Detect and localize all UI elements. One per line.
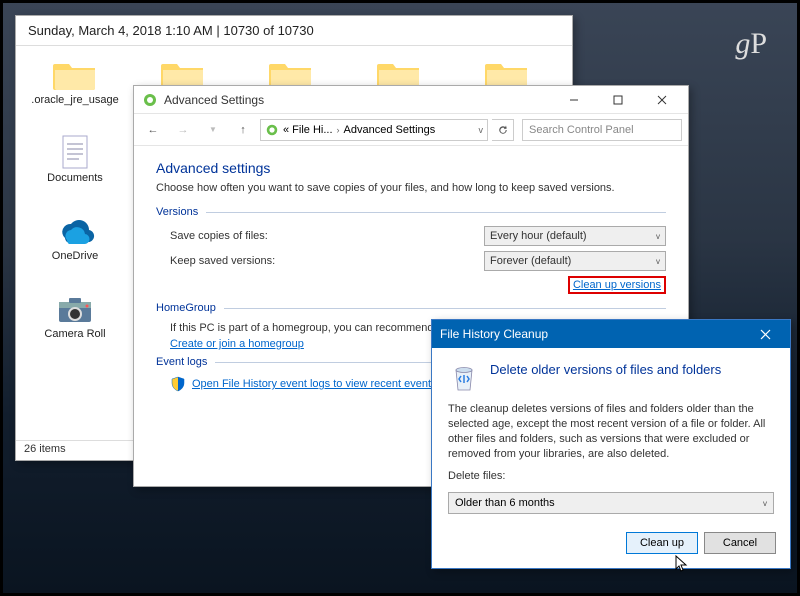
cleanup-button[interactable]: Clean up bbox=[626, 532, 698, 554]
folder-item[interactable]: Camera Roll bbox=[21, 290, 129, 368]
refresh-button[interactable] bbox=[492, 119, 514, 141]
close-button[interactable] bbox=[640, 86, 684, 114]
cleanup-versions-highlight: Clean up versions bbox=[568, 276, 666, 294]
dialog-heading: Delete older versions of files and folde… bbox=[490, 362, 721, 377]
save-copies-label: Save copies of files: bbox=[170, 230, 484, 242]
folder-label: .oracle_jre_usage bbox=[31, 94, 118, 107]
recycle-bin-icon bbox=[448, 362, 480, 394]
page-heading: Advanced settings bbox=[156, 160, 666, 176]
history-dropdown[interactable]: ▼ bbox=[200, 117, 226, 143]
control-panel-icon bbox=[142, 92, 158, 108]
keep-versions-label: Keep saved versions: bbox=[170, 255, 484, 267]
homegroup-link[interactable]: Create or join a homegroup bbox=[170, 338, 304, 350]
shield-icon bbox=[170, 376, 186, 392]
cancel-button[interactable]: Cancel bbox=[704, 532, 776, 554]
onedrive-icon bbox=[51, 212, 99, 248]
folder-icon bbox=[51, 56, 99, 92]
maximize-button[interactable] bbox=[596, 86, 640, 114]
chevron-down-icon[interactable]: v bbox=[479, 125, 484, 135]
dialog-title: File History Cleanup bbox=[440, 327, 744, 341]
folder-label: OneDrive bbox=[52, 250, 98, 263]
versions-section-header: Versions bbox=[156, 206, 666, 218]
chevron-down-icon: v bbox=[656, 257, 660, 266]
keep-versions-select[interactable]: Forever (default)v bbox=[484, 251, 666, 271]
dialog-close-button[interactable] bbox=[744, 320, 786, 348]
explorer-header: Sunday, March 4, 2018 1:10 AM | 10730 of… bbox=[16, 16, 572, 46]
breadcrumb-a[interactable]: « File Hi... bbox=[283, 124, 333, 136]
up-button[interactable]: ↑ bbox=[230, 117, 256, 143]
breadcrumb-b[interactable]: Advanced Settings bbox=[344, 124, 436, 136]
dialog-titlebar: File History Cleanup bbox=[432, 320, 790, 348]
control-panel-icon bbox=[265, 123, 279, 137]
file-history-cleanup-dialog: File History Cleanup Delete older versio… bbox=[431, 319, 791, 569]
settings-titlebar: Advanced Settings bbox=[134, 86, 688, 114]
delete-files-select[interactable]: Older than 6 monthsv bbox=[448, 492, 774, 514]
delete-files-label: Delete files: bbox=[448, 469, 774, 484]
back-button[interactable]: ← bbox=[140, 117, 166, 143]
cleanup-versions-link[interactable]: Clean up versions bbox=[573, 279, 661, 291]
folder-label: Camera Roll bbox=[44, 328, 105, 341]
eventlogs-link[interactable]: Open File History event logs to view rec… bbox=[192, 378, 459, 390]
homegroup-section-header: HomeGroup bbox=[156, 302, 666, 314]
camera-icon bbox=[51, 290, 99, 326]
folder-item[interactable]: OneDrive bbox=[21, 212, 129, 290]
dialog-body-text: The cleanup deletes versions of files an… bbox=[448, 402, 774, 461]
save-copies-select[interactable]: Every hour (default)v bbox=[484, 226, 666, 246]
chevron-down-icon: v bbox=[763, 499, 767, 508]
forward-button[interactable]: → bbox=[170, 117, 196, 143]
chevron-down-icon: v bbox=[656, 232, 660, 241]
chevron-right-icon: › bbox=[337, 125, 340, 135]
folder-label: Documents bbox=[47, 172, 103, 185]
gp-watermark: gP bbox=[735, 27, 767, 61]
search-input[interactable]: Search Control Panel bbox=[522, 119, 682, 141]
minimize-button[interactable] bbox=[552, 86, 596, 114]
settings-navbar: ← → ▼ ↑ « File Hi... › Advanced Settings… bbox=[134, 114, 688, 146]
settings-title: Advanced Settings bbox=[164, 93, 552, 107]
folder-item[interactable]: Documents bbox=[21, 134, 129, 212]
folder-item[interactable]: .oracle_jre_usage bbox=[21, 56, 129, 134]
address-bar[interactable]: « File Hi... › Advanced Settings v bbox=[260, 119, 488, 141]
doc-icon bbox=[51, 134, 99, 170]
mouse-cursor bbox=[675, 555, 689, 573]
page-description: Choose how often you want to save copies… bbox=[156, 182, 666, 194]
